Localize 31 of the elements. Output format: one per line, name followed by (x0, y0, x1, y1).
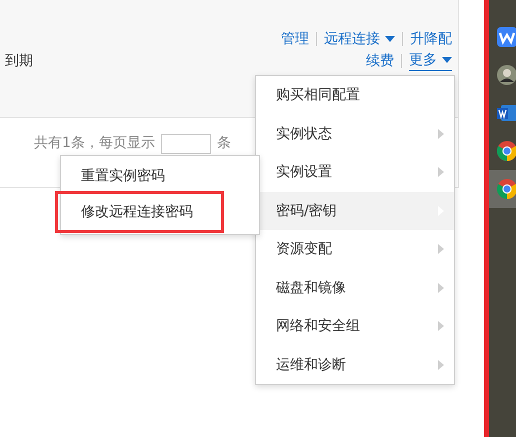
action-link[interactable]: 远程连接 (324, 30, 395, 48)
menu-item[interactable]: 实例设置 (256, 153, 454, 192)
menu-item[interactable]: 修改远程连接密码 (58, 194, 221, 230)
caret-icon (385, 36, 395, 42)
menu-item[interactable]: 购买相同配置 (256, 76, 454, 114)
avatar-icon (497, 65, 516, 85)
app-icon (497, 27, 516, 47)
menu-item[interactable]: 网络和安全组 (256, 307, 454, 346)
chevron-right-icon (438, 128, 444, 139)
chevron-right-icon (438, 321, 444, 332)
menu-item[interactable]: 运维和诊断 (256, 346, 454, 384)
taskbar-button[interactable] (489, 170, 516, 208)
action-link[interactable]: 升降配 (410, 30, 452, 48)
chevron-right-icon (438, 360, 444, 370)
menu-item[interactable]: 资源变配 (256, 230, 454, 268)
action-link[interactable]: 续费 (366, 52, 394, 70)
action-link[interactable]: 管理 (281, 30, 309, 48)
browser-icon (497, 141, 516, 161)
expiry-label: 到期 (5, 52, 33, 70)
chevron-right-icon (438, 167, 444, 178)
chevron-right-icon (438, 282, 444, 293)
pagination-unit: 条 (216, 134, 231, 152)
menu-item[interactable]: 实例状态 (256, 114, 454, 153)
browser-icon (497, 179, 516, 199)
document-app-icon (497, 103, 516, 123)
caret-icon (442, 57, 452, 63)
chevron-right-icon (438, 244, 444, 254)
menu-item[interactable]: 磁盘和镜像 (256, 268, 454, 307)
pagination-text: 共有1条，每页显示 (34, 134, 155, 152)
menu-item[interactable]: 重置实例密码 (61, 158, 259, 194)
action-link[interactable]: 更多 (409, 51, 452, 71)
